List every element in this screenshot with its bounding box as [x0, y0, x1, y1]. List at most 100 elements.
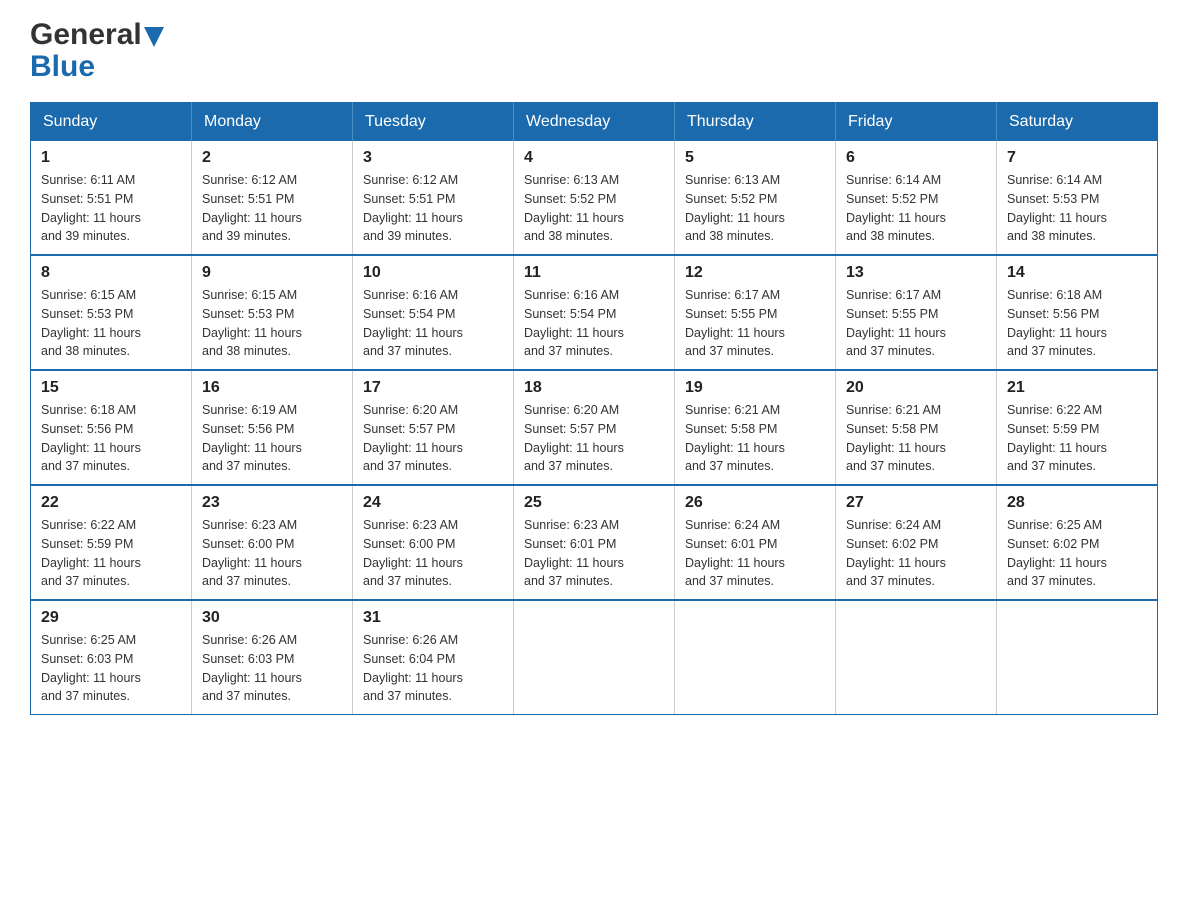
calendar-cell: 2 Sunrise: 6:12 AMSunset: 5:51 PMDaylight…: [192, 141, 353, 255]
day-info: Sunrise: 6:23 AMSunset: 6:00 PMDaylight:…: [363, 516, 503, 591]
calendar-cell: 10 Sunrise: 6:16 AMSunset: 5:54 PMDayligh…: [353, 255, 514, 370]
day-info: Sunrise: 6:26 AMSunset: 6:03 PMDaylight:…: [202, 631, 342, 706]
calendar-cell: [675, 600, 836, 715]
calendar-cell: 21Sunrise: 6:22 AMSunset: 5:59 PMDayligh…: [997, 370, 1158, 485]
calendar-cell: 30 Sunrise: 6:26 AMSunset: 6:03 PMDayligh…: [192, 600, 353, 715]
day-info: Sunrise: 6:17 AMSunset: 5:55 PMDaylight:…: [685, 286, 825, 361]
calendar-week-row: 1Sunrise: 6:11 AMSunset: 5:51 PMDaylight…: [31, 141, 1158, 255]
day-number: 13: [846, 264, 986, 282]
day-number: 15: [41, 379, 181, 397]
calendar-cell: 28 Sunrise: 6:25 AMSunset: 6:02 PMDayligh…: [997, 485, 1158, 600]
header-monday: Monday: [192, 103, 353, 142]
day-number: 29: [41, 609, 181, 627]
day-number: 11: [524, 264, 664, 282]
calendar-header-row: SundayMondayTuesdayWednesdayThursdayFrid…: [31, 103, 1158, 142]
day-number: 21: [1007, 379, 1147, 397]
header-friday: Friday: [836, 103, 997, 142]
day-info: Sunrise: 6:24 AMSunset: 6:01 PMDaylight:…: [685, 516, 825, 591]
day-number: 27: [846, 494, 986, 512]
calendar-cell: 29 Sunrise: 6:25 AMSunset: 6:03 PMDayligh…: [31, 600, 192, 715]
day-number: 2: [202, 149, 342, 167]
day-info: Sunrise: 6:16 AMSunset: 5:54 PMDaylight:…: [524, 286, 664, 361]
header-tuesday: Tuesday: [353, 103, 514, 142]
calendar-week-row: 22 Sunrise: 6:22 AMSunset: 5:59 PMDayligh…: [31, 485, 1158, 600]
day-number: 20: [846, 379, 986, 397]
day-info: Sunrise: 6:26 AMSunset: 6:04 PMDaylight:…: [363, 631, 503, 706]
day-info: Sunrise: 6:12 AMSunset: 5:51 PMDaylight:…: [202, 171, 342, 246]
day-info: Sunrise: 6:12 AMSunset: 5:51 PMDaylight:…: [363, 171, 503, 246]
calendar-cell: 7 Sunrise: 6:14 AMSunset: 5:53 PMDaylight…: [997, 141, 1158, 255]
day-info: Sunrise: 6:23 AMSunset: 6:01 PMDaylight:…: [524, 516, 664, 591]
calendar-cell: 26 Sunrise: 6:24 AMSunset: 6:01 PMDayligh…: [675, 485, 836, 600]
day-info: Sunrise: 6:18 AMSunset: 5:56 PMDaylight:…: [1007, 286, 1147, 361]
calendar-cell: 18 Sunrise: 6:20 AMSunset: 5:57 PMDayligh…: [514, 370, 675, 485]
day-info: Sunrise: 6:16 AMSunset: 5:54 PMDaylight:…: [363, 286, 503, 361]
calendar-cell: 31 Sunrise: 6:26 AMSunset: 6:04 PMDayligh…: [353, 600, 514, 715]
header-sunday: Sunday: [31, 103, 192, 142]
day-number: 19: [685, 379, 825, 397]
day-number: 6: [846, 149, 986, 167]
logo-triangle-icon: [144, 27, 164, 47]
calendar-cell: 13 Sunrise: 6:17 AMSunset: 5:55 PMDayligh…: [836, 255, 997, 370]
day-number: 8: [41, 264, 181, 282]
day-number: 3: [363, 149, 503, 167]
calendar-cell: 16Sunrise: 6:19 AMSunset: 5:56 PMDayligh…: [192, 370, 353, 485]
day-info: Sunrise: 6:15 AMSunset: 5:53 PMDaylight:…: [41, 286, 181, 361]
logo: General Blue: [30, 20, 164, 82]
day-number: 28: [1007, 494, 1147, 512]
day-number: 7: [1007, 149, 1147, 167]
header-saturday: Saturday: [997, 103, 1158, 142]
day-info: Sunrise: 6:21 AMSunset: 5:58 PMDaylight:…: [846, 401, 986, 476]
day-info: Sunrise: 6:22 AMSunset: 5:59 PMDaylight:…: [41, 516, 181, 591]
day-number: 25: [524, 494, 664, 512]
day-number: 30: [202, 609, 342, 627]
calendar-cell: 5Sunrise: 6:13 AMSunset: 5:52 PMDaylight…: [675, 141, 836, 255]
calendar-cell: 11 Sunrise: 6:16 AMSunset: 5:54 PMDayligh…: [514, 255, 675, 370]
calendar-cell: 12 Sunrise: 6:17 AMSunset: 5:55 PMDayligh…: [675, 255, 836, 370]
calendar-cell: 27 Sunrise: 6:24 AMSunset: 6:02 PMDayligh…: [836, 485, 997, 600]
calendar-cell: 3 Sunrise: 6:12 AMSunset: 5:51 PMDaylight…: [353, 141, 514, 255]
day-info: Sunrise: 6:14 AMSunset: 5:53 PMDaylight:…: [1007, 171, 1147, 246]
calendar-cell: [514, 600, 675, 715]
calendar-cell: 22 Sunrise: 6:22 AMSunset: 5:59 PMDayligh…: [31, 485, 192, 600]
day-number: 12: [685, 264, 825, 282]
day-info: Sunrise: 6:24 AMSunset: 6:02 PMDaylight:…: [846, 516, 986, 591]
calendar-week-row: 15Sunrise: 6:18 AMSunset: 5:56 PMDayligh…: [31, 370, 1158, 485]
day-info: Sunrise: 6:14 AMSunset: 5:52 PMDaylight:…: [846, 171, 986, 246]
calendar-cell: 17 Sunrise: 6:20 AMSunset: 5:57 PMDayligh…: [353, 370, 514, 485]
day-info: Sunrise: 6:20 AMSunset: 5:57 PMDaylight:…: [524, 401, 664, 476]
day-number: 26: [685, 494, 825, 512]
calendar-cell: 6 Sunrise: 6:14 AMSunset: 5:52 PMDaylight…: [836, 141, 997, 255]
header-wednesday: Wednesday: [514, 103, 675, 142]
day-number: 18: [524, 379, 664, 397]
day-number: 9: [202, 264, 342, 282]
calendar-cell: 20 Sunrise: 6:21 AMSunset: 5:58 PMDayligh…: [836, 370, 997, 485]
day-info: Sunrise: 6:13 AMSunset: 5:52 PMDaylight:…: [685, 171, 825, 246]
day-number: 22: [41, 494, 181, 512]
calendar-table: SundayMondayTuesdayWednesdayThursdayFrid…: [30, 102, 1158, 715]
day-number: 31: [363, 609, 503, 627]
calendar-cell: 9Sunrise: 6:15 AMSunset: 5:53 PMDaylight…: [192, 255, 353, 370]
day-info: Sunrise: 6:25 AMSunset: 6:02 PMDaylight:…: [1007, 516, 1147, 591]
day-number: 4: [524, 149, 664, 167]
day-info: Sunrise: 6:17 AMSunset: 5:55 PMDaylight:…: [846, 286, 986, 361]
calendar-cell: [997, 600, 1158, 715]
calendar-cell: [836, 600, 997, 715]
day-number: 17: [363, 379, 503, 397]
logo-blue-text: Blue: [30, 50, 95, 83]
day-number: 23: [202, 494, 342, 512]
day-info: Sunrise: 6:21 AMSunset: 5:58 PMDaylight:…: [685, 401, 825, 476]
header-thursday: Thursday: [675, 103, 836, 142]
calendar-cell: 15Sunrise: 6:18 AMSunset: 5:56 PMDayligh…: [31, 370, 192, 485]
calendar-cell: 8 Sunrise: 6:15 AMSunset: 5:53 PMDaylight…: [31, 255, 192, 370]
day-info: Sunrise: 6:25 AMSunset: 6:03 PMDaylight:…: [41, 631, 181, 706]
day-info: Sunrise: 6:11 AMSunset: 5:51 PMDaylight:…: [41, 171, 181, 246]
day-info: Sunrise: 6:20 AMSunset: 5:57 PMDaylight:…: [363, 401, 503, 476]
day-info: Sunrise: 6:19 AMSunset: 5:56 PMDaylight:…: [202, 401, 342, 476]
calendar-cell: 19 Sunrise: 6:21 AMSunset: 5:58 PMDayligh…: [675, 370, 836, 485]
day-number: 24: [363, 494, 503, 512]
calendar-week-row: 8 Sunrise: 6:15 AMSunset: 5:53 PMDaylight…: [31, 255, 1158, 370]
day-number: 10: [363, 264, 503, 282]
calendar-cell: 23Sunrise: 6:23 AMSunset: 6:00 PMDayligh…: [192, 485, 353, 600]
calendar-cell: 25 Sunrise: 6:23 AMSunset: 6:01 PMDayligh…: [514, 485, 675, 600]
